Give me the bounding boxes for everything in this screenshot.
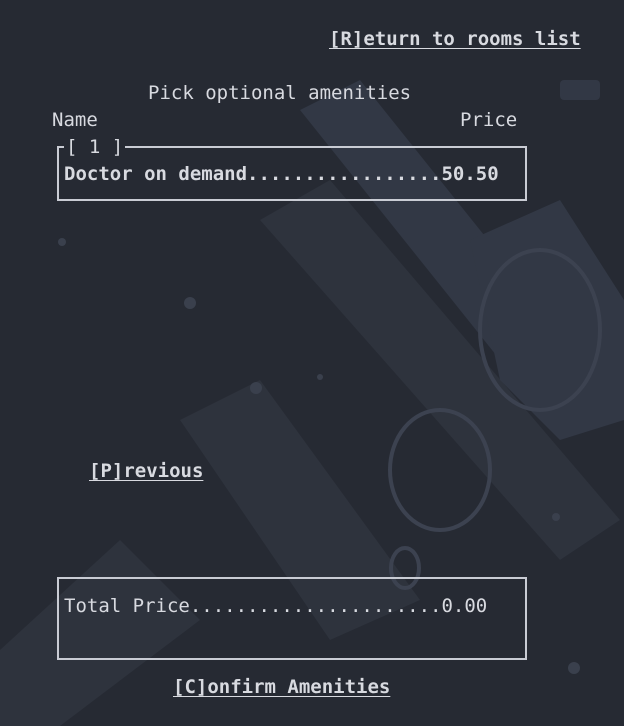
- confirm-amenities-button[interactable]: [C]onfirm Amenities: [173, 675, 390, 699]
- total-price-box: [57, 577, 527, 660]
- previous-page-link[interactable]: [P]revious: [89, 459, 203, 483]
- total-price-line: Total Price......................0.00: [64, 595, 488, 617]
- column-header-name: Name: [52, 109, 98, 131]
- amenity-item-doctor-on-demand[interactable]: Doctor on demand.................50.50: [64, 162, 499, 186]
- return-to-rooms-link[interactable]: [R]eturn to rooms list: [329, 27, 581, 51]
- column-header-price: Price: [460, 109, 518, 131]
- amenities-heading: Pick optional amenities: [148, 82, 412, 104]
- page-indicator: [ 1 ]: [64, 136, 126, 158]
